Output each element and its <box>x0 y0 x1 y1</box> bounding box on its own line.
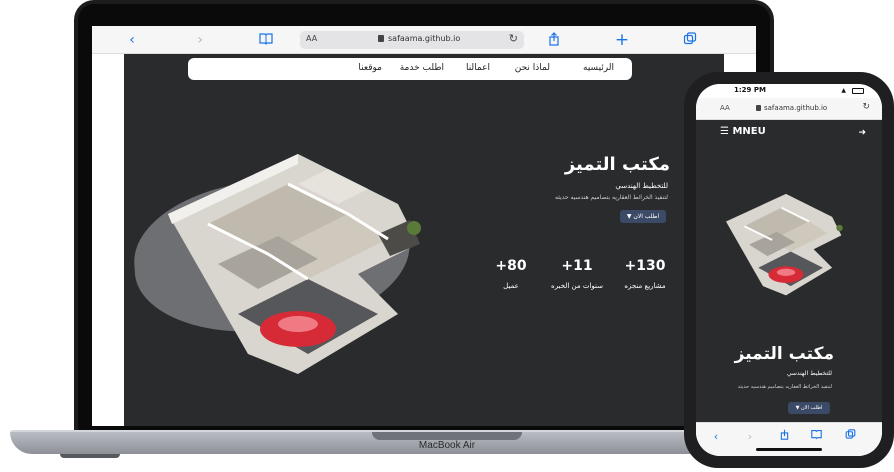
phone-share-icon[interactable] <box>776 429 792 445</box>
plus-icon[interactable]: + <box>614 32 630 49</box>
floorplan-illustration <box>168 154 421 374</box>
hero-subtitle: للتخطيط الهندسي <box>615 182 668 190</box>
battery-icon <box>852 88 864 94</box>
phone-reload-icon[interactable]: ↻ <box>862 102 870 112</box>
stat-years-label: سنوات من الخبره <box>551 282 603 290</box>
stat-years: +11 سنوات من الخبره <box>542 258 612 290</box>
stat-projects: +130 مشاريع منجزه <box>610 258 680 290</box>
mobile-hero-subtitle: للتخطيط الهندسي <box>786 370 832 377</box>
phone-address-bar[interactable]: AA safaama.github.io ↻ <box>696 98 882 120</box>
phone-status-bar: 1:29 PM ▲ <box>696 84 882 98</box>
nav-item-home[interactable]: الرئيسيه <box>583 63 614 73</box>
address-bar[interactable]: AA safaama.github.io ↻ <box>300 31 524 49</box>
phone-forward-icon[interactable]: › <box>742 429 758 445</box>
reader-aa-button[interactable]: AA <box>306 34 317 43</box>
nav-item-why-us[interactable]: لماذا نحن <box>515 63 550 73</box>
website-desktop: الرئيسيه لماذا نحن اعمالنا اطلب خدمة موق… <box>124 54 724 426</box>
phone-back-icon[interactable]: ‹ <box>708 429 724 445</box>
lock-icon <box>378 35 384 42</box>
mobile-floorplan-illustration <box>726 193 843 296</box>
phone-reader-aa-button[interactable]: AA <box>720 104 730 112</box>
plant-shape <box>407 221 421 235</box>
website-mobile: ☰ MNEU ➜ مكتب التميز للتخطيط الهندسي لتن… <box>696 120 882 422</box>
mobile-order-now-label: اطلب الان <box>801 405 823 411</box>
order-now-label: اطلب الان <box>633 213 660 220</box>
mobile-order-now-button[interactable]: اطلب الان ▼ <box>788 402 830 414</box>
stat-clients-number: +80 <box>495 258 527 274</box>
laptop-notch <box>372 432 522 440</box>
phone-device: 1:29 PM ▲ AA safaama.github.io ↻ ☰ MNEU … <box>684 72 894 468</box>
site-logo[interactable]: ☰ MNEU <box>720 126 766 137</box>
hero-title: مكتب التميز <box>564 154 670 175</box>
phone-lock-icon <box>756 105 761 111</box>
phone-book-icon[interactable] <box>808 429 824 445</box>
nav-item-location[interactable]: موقعنا <box>358 63 382 73</box>
stat-projects-number: +130 <box>624 258 666 274</box>
signal-icon: ▲ <box>841 87 846 94</box>
url-text: safaama.github.io <box>388 34 461 43</box>
login-icon[interactable]: ➜ <box>858 128 866 138</box>
nav-item-our-work[interactable]: اعمالنا <box>466 63 490 73</box>
back-icon[interactable]: ‹ <box>124 32 140 48</box>
phone-url-text: safaama.github.io <box>764 104 828 112</box>
order-now-button[interactable]: اطلب الان ▼ <box>620 210 666 223</box>
nav-item-request-service[interactable]: اطلب خدمة <box>400 63 444 73</box>
status-time: 1:29 PM <box>734 86 766 94</box>
home-indicator <box>756 448 822 451</box>
tabs-icon[interactable] <box>682 32 698 48</box>
mobile-hero-description: لتنفيذ الخرائط العقاريه بتصاميم هندسيه ح… <box>737 384 832 390</box>
laptop-screen: ‹ › AA safaama.github.io ↻ + الرئيسيه لم… <box>92 26 756 426</box>
stat-clients: +80 عميل <box>476 258 546 290</box>
hero-description: لتنفيذ الخرائط العقاريه بتصاميم هندسيه ح… <box>555 194 668 201</box>
forward-icon[interactable]: › <box>192 32 208 48</box>
phone-screen: 1:29 PM ▲ AA safaama.github.io ↻ ☰ MNEU … <box>696 84 882 456</box>
stat-projects-label: مشاريع منجزه <box>624 282 666 290</box>
safari-toolbar: ‹ › AA safaama.github.io ↻ + <box>92 26 756 54</box>
book-icon[interactable] <box>258 32 274 48</box>
reload-icon[interactable]: ↻ <box>509 32 518 45</box>
site-logo-text: MNEU <box>732 126 766 137</box>
stat-years-number: +11 <box>561 258 593 274</box>
phone-tabs-icon[interactable] <box>842 429 858 445</box>
device-mockup-stage: ‹ › AA safaama.github.io ↻ + الرئيسيه لم… <box>0 0 894 472</box>
mobile-hero-title: مكتب التميز <box>734 344 834 364</box>
stat-clients-label: عميل <box>503 282 519 290</box>
site-navbar: الرئيسيه لماذا نحن اعمالنا اطلب خدمة موق… <box>188 58 632 80</box>
share-icon[interactable] <box>546 32 562 48</box>
laptop-foot-left <box>60 454 120 458</box>
